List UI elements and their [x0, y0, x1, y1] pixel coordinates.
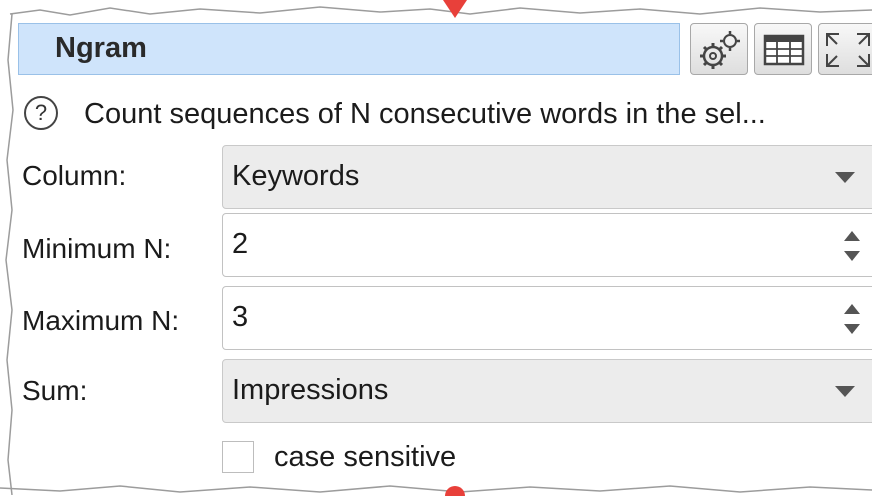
sum-value: Impressions: [232, 374, 389, 406]
minimum-n-value: 2: [232, 228, 249, 260]
panel-title: Ngram: [55, 32, 147, 64]
case-sensitive-label[interactable]: case sensitive: [274, 441, 456, 474]
settings-button[interactable]: [690, 23, 748, 75]
column-value: Keywords: [232, 160, 360, 192]
spin-arrows-icon[interactable]: [837, 295, 867, 343]
title-bar: Ngram: [18, 23, 680, 75]
maximum-n-label: Maximum N:: [22, 305, 180, 336]
chevron-down-icon: [835, 386, 855, 397]
help-icon[interactable]: ?: [24, 96, 58, 130]
column-select[interactable]: Keywords: [222, 145, 872, 209]
case-sensitive-checkbox[interactable]: [222, 441, 254, 473]
minimum-n-label: Minimum N:: [22, 233, 172, 264]
sum-select[interactable]: Impressions: [222, 359, 872, 423]
panel-description: Count sequences of N consecutive words i…: [84, 98, 766, 130]
sum-label: Sum:: [22, 375, 88, 406]
maximum-n-value: 3: [232, 301, 249, 333]
column-label: Column:: [22, 160, 127, 191]
maximum-n-spinbox[interactable]: 3: [222, 286, 872, 350]
spin-arrows-icon[interactable]: [837, 222, 867, 270]
table-icon: [763, 34, 805, 66]
red-pointer-arrow: [443, 0, 467, 18]
maximize-icon: [826, 33, 870, 67]
table-view-button[interactable]: [754, 23, 812, 75]
chevron-down-icon: [835, 172, 855, 183]
minimum-n-spinbox[interactable]: 2: [222, 213, 872, 277]
gears-icon: [700, 31, 740, 69]
red-pointer-dot: [445, 486, 465, 496]
maximize-button[interactable]: [818, 23, 872, 75]
